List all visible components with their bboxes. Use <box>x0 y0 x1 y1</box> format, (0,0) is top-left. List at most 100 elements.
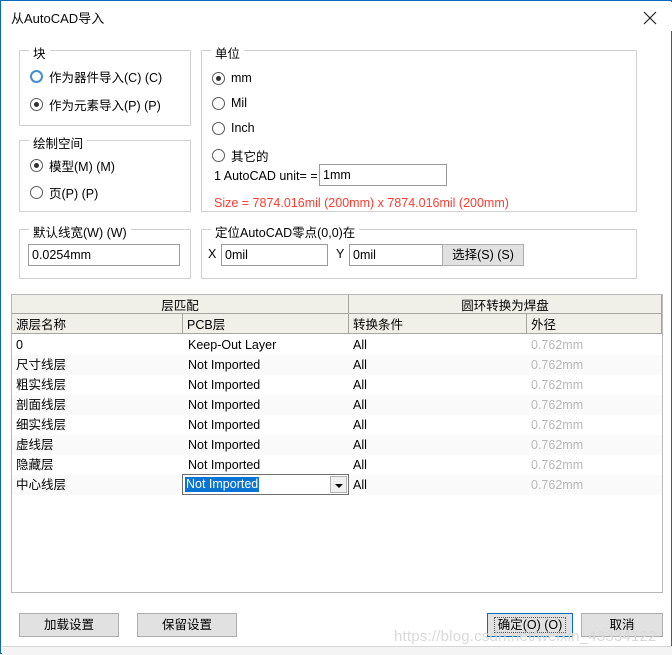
cell-pcb-layer[interactable]: Not Imported <box>188 375 348 395</box>
drawing-space-group: 绘制空间 模型(M) (M) 页(P) (P) <box>19 133 191 212</box>
radio-label: 页(P) (P) <box>49 187 99 201</box>
table-group-header-ring-to-pad: 圆环转换为焊盘 <box>349 295 662 314</box>
radio-label: Mil <box>231 96 247 110</box>
cell-pcb-layer[interactable]: Not Imported <box>188 415 348 435</box>
radio-label: 作为器件导入(C) (C) <box>49 71 163 85</box>
radio-model-space[interactable]: 模型(M) (M) <box>30 156 115 175</box>
radio-label: 模型(M) (M) <box>49 160 115 174</box>
radio-unit-inch[interactable]: Inch <box>212 121 255 135</box>
cell-condition[interactable]: All <box>353 435 523 455</box>
size-summary-text: Size = 7874.016mil (200mm) x 7874.016mil… <box>214 196 509 210</box>
chevron-down-icon[interactable] <box>330 476 347 493</box>
units-group-title: 单位 <box>211 43 245 62</box>
default-line-width-group: 默认线宽(W) (W) <box>19 222 191 279</box>
origin-y-label: Y <box>336 247 345 261</box>
close-icon[interactable] <box>628 2 672 31</box>
cell-outer-diameter[interactable]: 0.762mm <box>531 355 656 375</box>
table-column-header-condition[interactable]: 转换条件 <box>349 314 527 334</box>
cell-condition[interactable]: All <box>353 415 523 435</box>
table-row[interactable]: 虚线层 Not Imported All 0.762mm <box>12 435 662 455</box>
cell-condition[interactable]: All <box>353 455 523 475</box>
radio-indicator <box>212 96 225 110</box>
radio-unit-other[interactable]: 其它的 <box>212 146 269 165</box>
cell-outer-diameter[interactable]: 0.762mm <box>531 415 656 435</box>
cell-condition[interactable]: All <box>353 335 523 355</box>
load-settings-button[interactable]: 加载设置 <box>19 613 119 637</box>
table-group-header-label: 层匹配 <box>161 298 199 313</box>
cell-source-layer: 虚线层 <box>16 438 54 452</box>
cell-pcb-layer[interactable]: Not Imported <box>188 395 348 415</box>
radio-indicator <box>212 71 225 85</box>
combobox-selected-value: Not Imported <box>185 477 260 492</box>
radio-label: Inch <box>231 121 255 135</box>
cell-pcb-layer[interactable]: Not Imported <box>188 435 348 455</box>
watermark-text: https://blog.csdn.net/weixin_43334122 <box>394 628 657 645</box>
table-column-header-pcb-layer[interactable]: PCB层 <box>183 314 349 334</box>
column-header-label: 外径 <box>531 318 557 332</box>
radio-indicator <box>212 149 225 162</box>
units-group: 单位 mm Mil Inch 其它的 1 AutoCAD unit= = Siz… <box>201 43 637 212</box>
import-from-autocad-dialog: 从AutoCAD导入 块 作为器件导入(C) (C) 作为元素导入(P) (P)… <box>0 0 672 655</box>
table-row[interactable]: 尺寸线层 Not Imported All 0.762mm <box>12 355 662 375</box>
origin-x-input[interactable] <box>221 244 328 266</box>
radio-indicator <box>212 121 225 135</box>
cell-condition[interactable]: All <box>353 395 523 415</box>
autocad-unit-label: 1 AutoCAD unit= = <box>214 169 318 183</box>
title-bar: 从AutoCAD导入 <box>2 2 672 31</box>
select-origin-button[interactable]: 选择(S) (S) <box>442 244 524 266</box>
cell-source-layer: 细实线层 <box>16 418 67 432</box>
table-group-header-layer-match: 层匹配 <box>12 295 349 314</box>
autocad-unit-input[interactable] <box>319 164 447 186</box>
table-row[interactable]: 粗实线层 Not Imported All 0.762mm <box>12 375 662 395</box>
save-settings-label: 保留设置 <box>161 617 212 632</box>
cell-outer-diameter[interactable]: 0.762mm <box>531 475 656 495</box>
select-origin-label: 选择(S) (S) <box>452 247 514 262</box>
origin-x-label: X <box>208 247 217 261</box>
save-settings-button[interactable]: 保留设置 <box>137 613 237 637</box>
radio-import-as-primitive[interactable]: 作为元素导入(P) (P) <box>30 95 161 114</box>
table-row[interactable]: 细实线层 Not Imported All 0.762mm <box>12 415 662 435</box>
table-row[interactable]: 剖面线层 Not Imported All 0.762mm <box>12 395 662 415</box>
cell-pcb-layer[interactable]: Not Imported <box>188 455 348 475</box>
autocad-origin-group: 定位AutoCAD零点(0,0)在 X Y 选择(S) (S) <box>201 222 637 279</box>
cell-outer-diameter[interactable]: 0.762mm <box>531 335 656 355</box>
default-line-width-input[interactable] <box>28 244 180 266</box>
cell-source-layer: 中心线层 <box>16 478 67 492</box>
radio-import-as-component[interactable]: 作为器件导入(C) (C) <box>30 67 162 86</box>
load-settings-label: 加载设置 <box>43 617 94 632</box>
table-row-editing[interactable]: 中心线层 Not Imported All 0.762mm <box>12 474 662 495</box>
table-column-header-outer-diameter[interactable]: 外径 <box>527 314 662 334</box>
cell-source-layer: 剖面线层 <box>16 398 67 412</box>
close-glyph <box>643 11 657 25</box>
default-line-width-title: 默认线宽(W) (W) <box>29 222 131 241</box>
cell-pcb-layer[interactable]: Not Imported <box>188 355 348 375</box>
radio-label: mm <box>231 71 252 85</box>
radio-indicator <box>30 159 43 172</box>
cell-condition[interactable]: All <box>353 355 523 375</box>
cell-pcb-layer[interactable]: Keep-Out Layer <box>188 335 348 355</box>
pcb-layer-combobox[interactable]: Not Imported <box>182 474 349 495</box>
radio-indicator <box>30 98 43 111</box>
table-column-header-source-layer[interactable]: 源层名称 <box>12 314 183 334</box>
cell-outer-diameter[interactable]: 0.762mm <box>531 395 656 415</box>
cell-condition[interactable]: All <box>353 375 523 395</box>
table-row[interactable]: 0 Keep-Out Layer All 0.762mm <box>12 335 662 355</box>
cell-condition[interactable]: All <box>353 475 523 495</box>
cell-source-layer: 隐藏层 <box>16 458 54 472</box>
radio-unit-mm[interactable]: mm <box>212 71 252 85</box>
radio-unit-mil[interactable]: Mil <box>212 96 247 110</box>
cell-source-layer: 尺寸线层 <box>16 358 67 372</box>
cell-source-layer: 0 <box>16 338 23 352</box>
block-group: 块 作为器件导入(C) (C) 作为元素导入(P) (P) <box>19 43 191 126</box>
cell-outer-diameter[interactable]: 0.762mm <box>531 435 656 455</box>
cell-outer-diameter[interactable]: 0.762mm <box>531 455 656 475</box>
column-header-label: 转换条件 <box>353 318 404 332</box>
autocad-origin-title: 定位AutoCAD零点(0,0)在 <box>211 222 360 241</box>
cell-outer-diameter[interactable]: 0.762mm <box>531 375 656 395</box>
radio-paper-space[interactable]: 页(P) (P) <box>30 183 98 202</box>
layer-mapping-table[interactable]: 层匹配 圆环转换为焊盘 源层名称 PCB层 转换条件 外径 0 Keep-Out… <box>11 294 663 593</box>
dialog-title: 从AutoCAD导入 <box>11 11 105 26</box>
column-header-label: PCB层 <box>187 318 226 332</box>
origin-y-input[interactable] <box>349 244 456 266</box>
table-row[interactable]: 隐藏层 Not Imported All 0.762mm <box>12 455 662 475</box>
